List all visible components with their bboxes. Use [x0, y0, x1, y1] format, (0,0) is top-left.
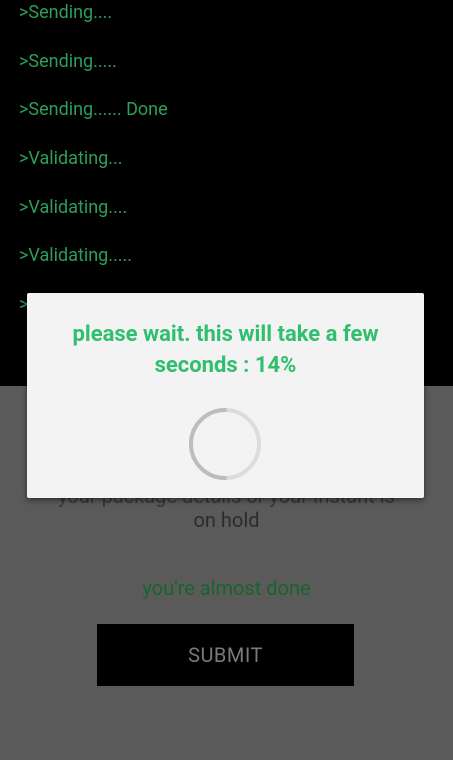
progress-percent: 14%	[254, 353, 297, 378]
log-line: >Sending.....	[19, 51, 117, 72]
log-line: >Validating.....	[19, 245, 133, 266]
dialog-message: please wait. this will take a few second…	[37, 319, 414, 381]
log-line: >Sending....	[19, 2, 113, 23]
dialog-message-text: please wait. this will take a few second…	[72, 322, 379, 378]
log-line: >Validating....	[19, 197, 128, 218]
submit-button[interactable]: SUBMIT	[97, 624, 354, 686]
log-line: >Validating...	[19, 148, 123, 169]
log-line: >Sending...... Done	[19, 99, 168, 120]
loading-spinner-icon	[187, 406, 263, 482]
progress-dialog: please wait. this will take a few second…	[27, 293, 424, 498]
almost-done-text: you're almost done	[142, 576, 311, 600]
hold-status-text-line2: on hold	[193, 508, 260, 532]
